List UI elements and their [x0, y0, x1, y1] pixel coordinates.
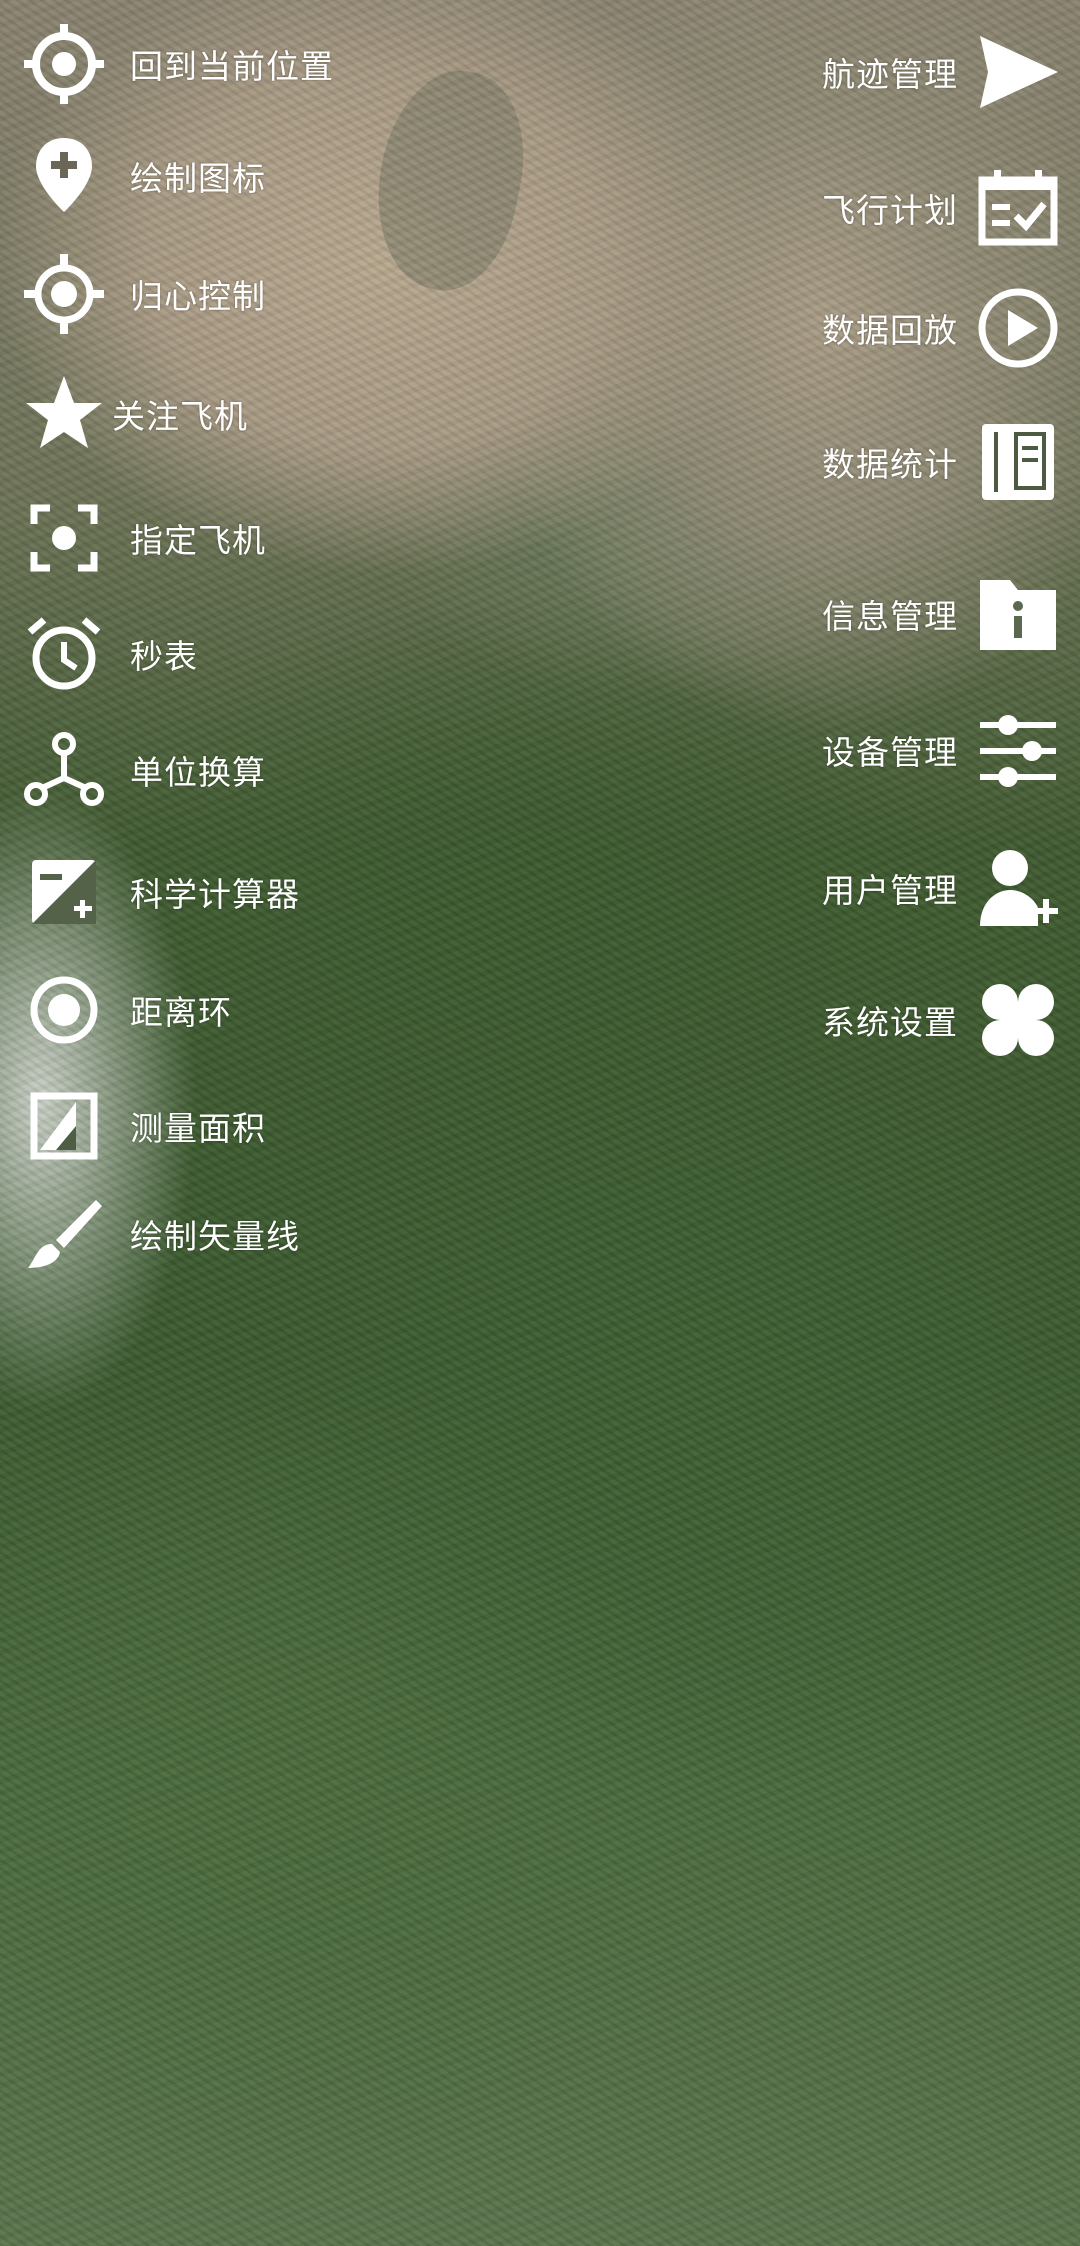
calendar-check-icon: [976, 166, 1060, 250]
menu-item-device-management[interactable]: 设备管理: [822, 708, 1060, 792]
menu-item-data-statistics[interactable]: 数据统计: [822, 420, 1060, 504]
menu-item-label: 系统设置: [822, 1003, 958, 1042]
menu-item-label: 设备管理: [822, 733, 958, 772]
menu-item-user-management[interactable]: 用户管理: [822, 846, 1060, 930]
alarm-clock-icon: [22, 612, 106, 696]
menu-item-label: 关注飞机: [112, 397, 248, 436]
menu-item-info-management[interactable]: 信息管理: [822, 572, 1060, 656]
menu-item-label: 数据回放: [822, 311, 958, 350]
menu-item-label: 测量面积: [130, 1109, 266, 1148]
menu-item-data-playback[interactable]: 数据回放: [822, 286, 1060, 370]
menu-item-follow-aircraft[interactable]: 关注飞机: [22, 372, 248, 456]
star-icon: [22, 372, 106, 456]
network-icon: [22, 728, 106, 812]
clover-icon: [976, 978, 1060, 1062]
book-icon: [976, 420, 1060, 504]
sliders-icon: [976, 708, 1060, 792]
menu-item-range-ring[interactable]: 距离环: [22, 968, 232, 1052]
menu-item-draw-icon[interactable]: 绘制图标: [22, 134, 266, 218]
crosshair-icon: [22, 252, 106, 336]
calculator-icon: [22, 850, 106, 934]
menu-item-return-location[interactable]: 回到当前位置: [22, 22, 334, 106]
locate-icon: [22, 22, 106, 106]
menu-item-label: 归心控制: [130, 277, 266, 316]
menu-item-label: 绘制图标: [130, 159, 266, 198]
menu-item-label: 数据统计: [822, 445, 958, 484]
map-river-feature: [358, 57, 542, 303]
menu-item-draw-vector-line[interactable]: 绘制矢量线: [22, 1192, 300, 1276]
map-pin-icon: [22, 134, 106, 218]
area-icon: [22, 1084, 106, 1168]
info-folder-icon: [976, 572, 1060, 656]
menu-item-label: 绘制矢量线: [130, 1217, 300, 1256]
menu-item-label: 回到当前位置: [130, 47, 334, 86]
menu-item-track-management[interactable]: 航迹管理: [822, 30, 1060, 114]
send-icon: [976, 30, 1060, 114]
menu-item-label: 航迹管理: [822, 55, 958, 94]
target-frame-icon: [22, 496, 106, 580]
menu-item-measure-area[interactable]: 测量面积: [22, 1084, 266, 1168]
radio-button-icon: [22, 968, 106, 1052]
menu-item-flight-plan[interactable]: 飞行计划: [822, 166, 1060, 250]
menu-item-label: 信息管理: [822, 597, 958, 636]
menu-item-label: 飞行计划: [822, 191, 958, 230]
menu-item-label: 用户管理: [822, 871, 958, 910]
add-user-icon: [976, 846, 1060, 930]
menu-item-label: 距离环: [130, 993, 232, 1032]
menu-item-label: 秒表: [130, 637, 198, 676]
menu-item-label: 科学计算器: [130, 875, 300, 914]
brush-icon: [22, 1192, 106, 1276]
menu-item-system-settings[interactable]: 系统设置: [822, 978, 1060, 1062]
menu-item-stopwatch[interactable]: 秒表: [22, 612, 198, 696]
menu-item-assign-aircraft[interactable]: 指定飞机: [22, 496, 266, 580]
menu-item-center-control[interactable]: 归心控制: [22, 252, 266, 336]
menu-item-unit-conversion[interactable]: 单位换算: [22, 728, 266, 812]
play-circle-icon: [976, 286, 1060, 370]
menu-item-label: 单位换算: [130, 753, 266, 792]
menu-item-label: 指定飞机: [130, 521, 266, 560]
menu-item-scientific-calculator[interactable]: 科学计算器: [22, 850, 300, 934]
